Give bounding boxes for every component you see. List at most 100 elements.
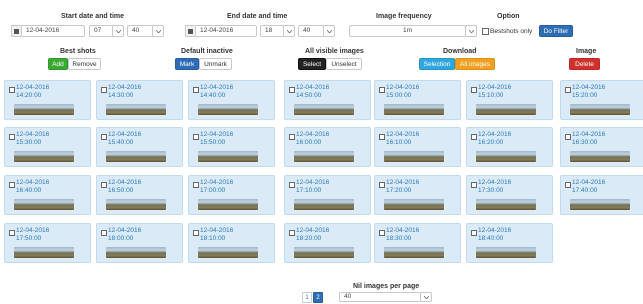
image-select-checkbox[interactable] <box>379 230 385 236</box>
page-1-button[interactable]: 1 <box>302 292 312 303</box>
per-page-select[interactable]: 40 <box>339 292 421 302</box>
image-thumbnail[interactable] <box>106 104 166 115</box>
start-calendar-icon[interactable] <box>11 25 21 37</box>
image-thumbnail[interactable] <box>570 151 630 162</box>
image-timestamp[interactable]: 12-04-2016 18:00:00 <box>108 227 141 242</box>
image-thumbnail[interactable] <box>106 199 166 210</box>
image-card[interactable]: 12-04-2016 18:10:00 <box>188 223 275 263</box>
image-card[interactable]: 12-04-2016 15:50:00 <box>188 127 275 167</box>
image-select-checkbox[interactable] <box>471 134 477 140</box>
image-card[interactable]: 12-04-2016 16:00:00 <box>284 127 371 167</box>
image-card[interactable]: 12-04-2016 16:50:00 <box>96 175 183 215</box>
image-select-checkbox[interactable] <box>193 182 199 188</box>
end-hour-dropdown-icon[interactable] <box>283 25 295 37</box>
image-select-checkbox[interactable] <box>289 87 295 93</box>
image-timestamp[interactable]: 12-04-2016 15:20:00 <box>572 84 605 99</box>
image-thumbnail[interactable] <box>106 247 166 258</box>
select-all-button[interactable]: Select <box>298 58 326 70</box>
image-thumbnail[interactable] <box>476 151 536 162</box>
end-minute-dropdown-icon[interactable] <box>323 25 335 37</box>
end-minute-select[interactable]: 40 <box>298 25 324 37</box>
image-thumbnail[interactable] <box>570 104 630 115</box>
image-thumbnail[interactable] <box>198 247 258 258</box>
image-card[interactable]: 12-04-2016 17:50:00 <box>4 223 91 263</box>
image-card[interactable]: 12-04-2016 15:00:00 <box>374 80 461 120</box>
start-minute-dropdown-icon[interactable] <box>152 25 164 37</box>
image-timestamp[interactable]: 12-04-2016 14:30:00 <box>108 84 141 99</box>
image-select-checkbox[interactable] <box>471 87 477 93</box>
image-select-checkbox[interactable] <box>9 134 15 140</box>
image-thumbnail[interactable] <box>14 199 74 210</box>
do-filter-button[interactable]: Do Filter <box>539 25 573 37</box>
image-thumbnail[interactable] <box>106 151 166 162</box>
mark-button[interactable]: Mark <box>175 58 199 70</box>
image-thumbnail[interactable] <box>294 104 354 115</box>
image-card[interactable]: 12-04-2016 16:40:00 <box>4 175 91 215</box>
image-card[interactable]: 12-04-2016 17:30:00 <box>466 175 553 215</box>
image-thumbnail[interactable] <box>294 247 354 258</box>
image-select-checkbox[interactable] <box>471 182 477 188</box>
image-thumbnail[interactable] <box>294 151 354 162</box>
image-card[interactable]: 12-04-2016 14:40:00 <box>188 80 275 120</box>
image-select-checkbox[interactable] <box>193 134 199 140</box>
image-timestamp[interactable]: 12-04-2016 15:30:00 <box>16 131 49 146</box>
image-card[interactable]: 12-04-2016 18:20:00 <box>284 223 371 263</box>
image-timestamp[interactable]: 12-04-2016 17:40:00 <box>572 179 605 194</box>
download-all-images-button[interactable]: All images <box>455 58 495 70</box>
image-select-checkbox[interactable] <box>379 134 385 140</box>
image-select-checkbox[interactable] <box>289 182 295 188</box>
image-timestamp[interactable]: 12-04-2016 16:40:00 <box>16 179 49 194</box>
image-timestamp[interactable]: 12-04-2016 17:00:00 <box>200 179 233 194</box>
image-select-checkbox[interactable] <box>9 182 15 188</box>
image-select-checkbox[interactable] <box>565 87 571 93</box>
image-card[interactable]: 12-04-2016 14:20:00 <box>4 80 91 120</box>
image-card[interactable]: 12-04-2016 17:00:00 <box>188 175 275 215</box>
start-hour-dropdown-icon[interactable] <box>112 25 124 37</box>
image-card[interactable]: 12-04-2016 17:10:00 <box>284 175 371 215</box>
image-thumbnail[interactable] <box>14 104 74 115</box>
start-hour-select[interactable]: 07 <box>89 25 113 37</box>
image-card[interactable]: 12-04-2016 15:30:00 <box>4 127 91 167</box>
image-select-checkbox[interactable] <box>379 87 385 93</box>
image-thumbnail[interactable] <box>384 151 444 162</box>
image-timestamp[interactable]: 12-04-2016 18:40:00 <box>478 227 511 242</box>
frequency-select[interactable]: 1m <box>349 25 466 37</box>
image-timestamp[interactable]: 12-04-2016 16:20:00 <box>478 131 511 146</box>
image-thumbnail[interactable] <box>14 247 74 258</box>
image-select-checkbox[interactable] <box>565 134 571 140</box>
image-timestamp[interactable]: 12-04-2016 16:00:00 <box>296 131 329 146</box>
image-timestamp[interactable]: 12-04-2016 15:00:00 <box>386 84 419 99</box>
image-timestamp[interactable]: 12-04-2016 18:20:00 <box>296 227 329 242</box>
start-date-input[interactable]: 12-04-2016 <box>21 25 85 37</box>
end-date-input[interactable]: 12-04-2016 <box>195 25 257 37</box>
image-select-checkbox[interactable] <box>471 230 477 236</box>
image-timestamp[interactable]: 12-04-2016 17:50:00 <box>16 227 49 242</box>
image-select-checkbox[interactable] <box>9 87 15 93</box>
image-thumbnail[interactable] <box>570 199 630 210</box>
image-timestamp[interactable]: 12-04-2016 18:10:00 <box>200 227 233 242</box>
image-card[interactable]: 12-04-2016 17:20:00 <box>374 175 461 215</box>
frequency-dropdown-icon[interactable] <box>465 25 477 37</box>
image-card[interactable]: 12-04-2016 16:30:00 <box>560 127 643 167</box>
image-card[interactable]: 12-04-2016 18:30:00 <box>374 223 461 263</box>
image-timestamp[interactable]: 12-04-2016 14:20:00 <box>16 84 49 99</box>
image-select-checkbox[interactable] <box>101 230 107 236</box>
image-timestamp[interactable]: 12-04-2016 16:10:00 <box>386 131 419 146</box>
add-bestshot-button[interactable]: Add <box>48 58 68 70</box>
unmark-button[interactable]: Unmark <box>199 58 232 70</box>
image-timestamp[interactable]: 12-04-2016 17:20:00 <box>386 179 419 194</box>
image-thumbnail[interactable] <box>384 104 444 115</box>
image-card[interactable]: 12-04-2016 14:50:00 <box>284 80 371 120</box>
end-calendar-icon[interactable] <box>185 25 195 37</box>
image-card[interactable]: 12-04-2016 14:30:00 <box>96 80 183 120</box>
image-select-checkbox[interactable] <box>289 134 295 140</box>
remove-bestshot-button[interactable]: Remove <box>68 58 101 70</box>
image-select-checkbox[interactable] <box>101 134 107 140</box>
unselect-all-button[interactable]: Unselect <box>326 58 362 70</box>
image-thumbnail[interactable] <box>476 199 536 210</box>
image-card[interactable]: 12-04-2016 18:00:00 <box>96 223 183 263</box>
image-select-checkbox[interactable] <box>193 230 199 236</box>
image-timestamp[interactable]: 12-04-2016 17:30:00 <box>478 179 511 194</box>
image-timestamp[interactable]: 12-04-2016 16:50:00 <box>108 179 141 194</box>
image-card[interactable]: 12-04-2016 17:40:00 <box>560 175 643 215</box>
